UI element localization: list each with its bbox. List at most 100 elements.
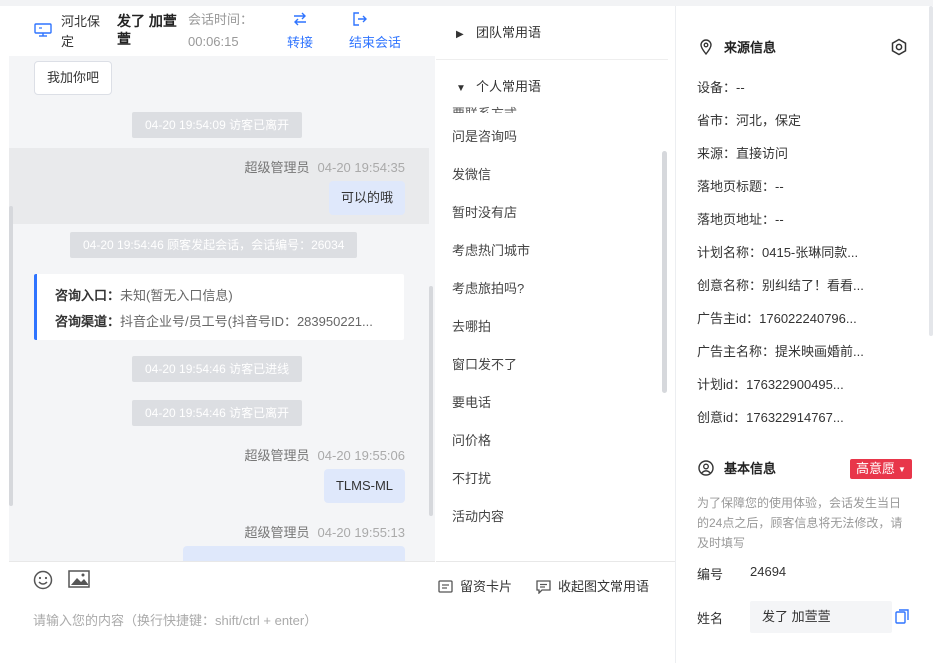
phrase-item[interactable]: 不打扰 — [452, 470, 491, 488]
phrase-item-clipped[interactable]: 要联系方式 — [436, 96, 668, 113]
message-time: 04-20 19:55:13 — [317, 525, 405, 540]
plan-name-row: 计划名称：0415-张琳同款... — [697, 244, 858, 262]
message-input[interactable]: 请输入您的内容（换行快捷键：shift/ctrl + enter） — [33, 610, 317, 629]
phrase-item[interactable]: 活动内容 — [452, 508, 504, 526]
lead-card-label: 留资卡片 — [460, 579, 513, 594]
basic-info-title: 基本信息 — [724, 461, 777, 476]
source-info-header: 来源信息 — [698, 39, 776, 57]
device-value: -- — [736, 80, 745, 95]
province-value: 河北，保定 — [736, 113, 802, 128]
end-session-label: 结束会话 — [349, 35, 402, 50]
advertiser-name-row: 广告主名称：提米映画婚前... — [697, 343, 864, 361]
copy-icon[interactable] — [895, 609, 909, 624]
consult-entry-row: 咨询入口：未知(暂无入口信息) — [55, 283, 395, 309]
name-input[interactable]: 发了 加萱萱 — [750, 601, 892, 633]
agent-name: 超级管理员 — [244, 525, 310, 540]
customer-info-panel: 来源信息 设备：-- 省市：河北，保定 来源：直接访问 落地页标题：-- 落地页… — [675, 6, 933, 663]
consult-channel-value: 抖音企业号/员工号(抖音号ID：283950221... — [120, 314, 373, 329]
agent-message: TLMS-ML — [323, 469, 405, 503]
advertiser-name-label: 广告主名称： — [697, 344, 776, 359]
visitor-name: 发了 加萱萱 — [117, 13, 177, 47]
collapse-phrases-button[interactable]: 收起图文常用语 — [536, 576, 649, 595]
landing-title-value: -- — [775, 179, 784, 194]
phrase-item[interactable]: 问是咨询吗 — [452, 128, 517, 146]
landing-url-label: 落地页地址： — [697, 212, 776, 227]
creative-id-row: 创意id：176322914767... — [697, 409, 844, 427]
chat-input-area[interactable]: 请输入您的内容（换行快捷键：shift/ctrl + enter） — [9, 561, 435, 663]
team-phrases-title: 团队常用语 — [476, 25, 542, 40]
id-label: 编号 — [697, 567, 724, 582]
image-icon[interactable] — [68, 570, 90, 588]
system-message: 04-20 19:54:46 顾客发起会话，会话编号：26034 — [70, 232, 358, 258]
scrollbar[interactable] — [429, 286, 433, 516]
transfer-icon — [294, 12, 306, 26]
system-message: 04-20 19:54:09 访客已离开 — [132, 112, 303, 138]
divider — [436, 59, 668, 60]
scrollbar[interactable] — [929, 6, 933, 336]
intent-level-label: 高意愿 — [856, 461, 896, 476]
creative-id-label: 创意id： — [697, 410, 747, 425]
plan-id-label: 计划id： — [697, 377, 747, 392]
lead-card-button[interactable]: 留资卡片 — [438, 576, 512, 595]
landing-title-row: 落地页标题：-- — [697, 178, 784, 196]
creative-name-row: 创意名称：别纠结了！看看... — [697, 277, 864, 295]
caret-right-icon: ▶ — [456, 29, 464, 40]
transfer-button[interactable]: 转接 — [287, 10, 313, 51]
phrase-item[interactable]: 发微信 — [452, 166, 491, 184]
phrase-item[interactable]: 去哪拍 — [452, 318, 491, 336]
device-label: 设备： — [697, 80, 737, 95]
landing-title-label: 落地页标题： — [697, 179, 776, 194]
phrase-item[interactable]: 考虑热门城市 — [452, 242, 530, 260]
message-list[interactable]: 我加你吧 04-20 19:54:09 访客已离开 超级管理员 04-20 19:… — [9, 56, 435, 561]
personal-phrases-group[interactable]: ▼ 个人常用语 — [456, 78, 541, 98]
plan-id-row: 计划id：176322900495... — [697, 376, 844, 394]
province-label: 省市： — [697, 113, 737, 128]
end-session-button[interactable]: 结束会话 — [349, 10, 401, 51]
creative-name-value: 别纠结了！看看... — [762, 278, 864, 293]
team-phrases-group[interactable]: ▶ 团队常用语 — [456, 24, 541, 44]
agent-name: 超级管理员 — [244, 160, 310, 175]
system-message: 04-20 19:54:46 访客已离开 — [132, 400, 303, 426]
phrase-item[interactable]: 窗口发不了 — [452, 356, 517, 374]
id-value: 24694 — [750, 564, 787, 579]
plan-name-value: 0415-张琳同款... — [762, 245, 859, 260]
settings-icon[interactable] — [890, 38, 908, 56]
phrase-item[interactable]: 考虑旅拍吗? — [452, 280, 524, 298]
creative-id-value: 176322914767... — [746, 410, 844, 425]
personal-phrases-title: 个人常用语 — [476, 79, 542, 94]
scrollbar[interactable] — [9, 206, 13, 506]
device-row: 设备：-- — [697, 79, 745, 97]
advertiser-id-label: 广告主id： — [697, 311, 760, 326]
consult-entry-value: 未知(暂无入口信息) — [120, 288, 233, 303]
phrase-item[interactable]: 问价格 — [452, 432, 491, 450]
phrase-item[interactable]: 要电话 — [452, 394, 491, 412]
card-icon — [438, 580, 453, 593]
phrase-item[interactable]: 暂时没有店 — [452, 204, 517, 222]
plan-name-label: 计划名称： — [697, 245, 763, 260]
message-icon — [536, 580, 551, 594]
message-time: 04-20 19:55:06 — [317, 448, 405, 463]
intent-level-dropdown[interactable]: 高意愿 ▼ — [850, 459, 912, 479]
emoji-icon[interactable] — [33, 570, 53, 590]
province-row: 省市：河北，保定 — [697, 112, 801, 130]
phrase-toolbar: 留资卡片 收起图文常用语 — [436, 561, 675, 601]
session-time: 00:06:15 — [188, 34, 239, 49]
edit-notice: 为了保障您的使用体验，会话发生当日的24点之后，顾客信息将无法修改，请及时填写 — [697, 496, 903, 550]
location-pin-icon — [700, 39, 712, 55]
agent-name: 超级管理员 — [244, 448, 310, 463]
visitor-location: 河北保定 — [61, 14, 101, 49]
consult-channel-row: 咨询渠道：抖音企业号/员工号(抖音号ID：283950221... — [55, 309, 395, 335]
collapse-phrases-label: 收起图文常用语 — [558, 579, 650, 594]
message-time: 04-20 19:54:35 — [317, 160, 405, 175]
creative-name-label: 创意名称： — [697, 278, 763, 293]
name-label: 姓名 — [697, 611, 724, 626]
transfer-label: 转接 — [287, 35, 314, 50]
source-label: 来源： — [697, 146, 737, 161]
advertiser-id-row: 广告主id：176022240796... — [697, 310, 857, 328]
monitor-icon — [34, 23, 52, 37]
phrases-panel: ▶ 团队常用语 ▼个人常用语 要联系方式 问是咨询吗 发微信 暂时没有店 考虑热门… — [436, 6, 675, 663]
scrollbar[interactable] — [662, 151, 667, 393]
consult-info-card: 咨询入口：未知(暂无入口信息) 咨询渠道：抖音企业号/员工号(抖音号ID：283… — [34, 274, 404, 340]
source-info-title: 来源信息 — [724, 40, 777, 55]
landing-url-row: 落地页地址：-- — [697, 211, 784, 229]
